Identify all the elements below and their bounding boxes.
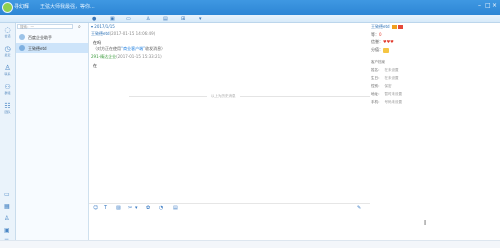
- contact-item[interactable]: 百度企业助手: [16, 32, 88, 42]
- contact-avatar: [19, 45, 25, 51]
- left-sidebar: ◌ 会话 ◷ 最近 ♙ 联系 ⚇ 群组 ☷ 团队 ▭ ▦ ♙ ▣ ≡: [0, 23, 16, 247]
- chevron-down-icon[interactable]: ▾: [135, 205, 138, 211]
- window-icon[interactable]: ▭: [4, 191, 10, 198]
- profile-field: 生日： 在未设置: [371, 76, 399, 80]
- font-icon[interactable]: T: [104, 205, 107, 211]
- titlebar-username: 寻幻辉: [14, 4, 30, 10]
- history-divider-label: 以上为历史消息: [207, 94, 240, 99]
- message-meta: 291-精达企业(2017-01-15 15:33:21): [91, 54, 162, 59]
- screenshot-icon[interactable]: ✂: [128, 205, 132, 211]
- sidebar-item-chat[interactable]: ◌ 会话: [0, 26, 15, 38]
- info-credit-row: 信誉：♥♥♥: [371, 39, 394, 44]
- file-icon[interactable]: ▤: [173, 205, 178, 211]
- main-toolbar: ● ▣ ▭ ♙ ▤ ⊞ ▾: [0, 15, 500, 23]
- folder-icon[interactable]: ▤: [163, 16, 168, 22]
- lock-icon[interactable]: ▣: [4, 227, 10, 234]
- history-icon[interactable]: ◔: [159, 205, 163, 211]
- quick-reply-icon[interactable]: ✎: [357, 205, 361, 211]
- screen-share-icon[interactable]: ▭: [126, 16, 131, 22]
- text-cursor-icon: I: [424, 219, 427, 227]
- image-icon[interactable]: ▨: [116, 205, 121, 211]
- video-icon[interactable]: ▣: [110, 16, 115, 22]
- user-icon[interactable]: ♙: [4, 215, 9, 222]
- contact-avatar: [19, 34, 25, 40]
- emoji-icon[interactable]: ☺: [93, 205, 98, 211]
- profile-field: 姓名： 在未设置: [371, 68, 399, 72]
- sidebar-item-recent[interactable]: ◷ 最近: [0, 45, 15, 57]
- sidebar-item-groups[interactable]: ⚇ 群组: [0, 83, 15, 95]
- add-contact-icon[interactable]: ♙: [146, 16, 150, 22]
- contact-item-selected[interactable]: 王致德etd: [16, 43, 88, 53]
- profile-section-title: 客户档案: [371, 60, 385, 64]
- titlebar: 寻幻辉 王弦大师我最强，等你... – □ ×: [0, 0, 500, 15]
- titlebar-status[interactable]: 王弦大师我最强，等你...: [40, 3, 95, 10]
- info-level-row: 等：0: [371, 32, 382, 37]
- search-input[interactable]: 搜索：一: [17, 24, 73, 29]
- maximize-icon[interactable]: □: [485, 3, 491, 9]
- history-divider: [129, 96, 379, 97]
- info-score-row: 分值：: [371, 47, 389, 53]
- grid-icon[interactable]: ▦: [4, 203, 10, 210]
- close-icon[interactable]: ×: [492, 3, 497, 9]
- avatar-icon[interactable]: ●: [92, 16, 96, 22]
- input-toolbar: ☺ T ▨ ✂ ▾ ✿ ◔ ▤ ✎ ▣ ▾: [89, 203, 389, 212]
- vip-badge-icon: [391, 25, 397, 29]
- chat-date: ▾ 2017/1/15: [91, 24, 115, 29]
- search-row: 搜索：一 ⌕: [17, 24, 87, 30]
- chat-bubble-icon: ◌: [4, 26, 11, 34]
- clock-icon: ◷: [4, 45, 11, 53]
- level-badge-icon: [397, 25, 403, 29]
- contacts-icon: ♙: [4, 64, 11, 72]
- message-text: 在: [93, 63, 97, 68]
- minimize-icon[interactable]: –: [478, 3, 481, 9]
- avatar[interactable]: [2, 2, 13, 13]
- system-notice: （对方正在使用“商业客户端”收发消息）: [93, 46, 166, 51]
- contact-info-panel: 王致德etd 等：0 信誉：♥♥♥ 分值： 客户档案 姓名： 在未设置 生日： 在未…: [370, 23, 500, 247]
- message-meta: 王致德etd(2017-01-15 14:06:49): [91, 31, 156, 36]
- search-icon[interactable]: ⌕: [78, 24, 81, 30]
- credit-hearts-icon: ♥♥♥: [383, 39, 394, 44]
- info-name-row: 王致德etd: [371, 24, 403, 30]
- more-icon[interactable]: ▾: [199, 16, 202, 22]
- profile-field: 手机： 号码未设置: [371, 100, 402, 104]
- group-icon: ⚇: [4, 83, 11, 91]
- app-icon[interactable]: ⊞: [181, 16, 185, 22]
- score-icon: [383, 47, 389, 53]
- contact-list: 搜索：一 ⌕ 百度企业助手 王致德etd: [16, 23, 89, 247]
- profile-field: 性别： 保密: [371, 84, 392, 88]
- profile-field: 地址： 暂时未设置: [371, 92, 402, 96]
- sidebar-item-contacts[interactable]: ♙ 联系: [0, 64, 15, 76]
- shake-icon[interactable]: ✿: [146, 205, 150, 211]
- sidebar-item-team[interactable]: ☷ 团队: [0, 102, 15, 114]
- team-icon: ☷: [4, 102, 11, 110]
